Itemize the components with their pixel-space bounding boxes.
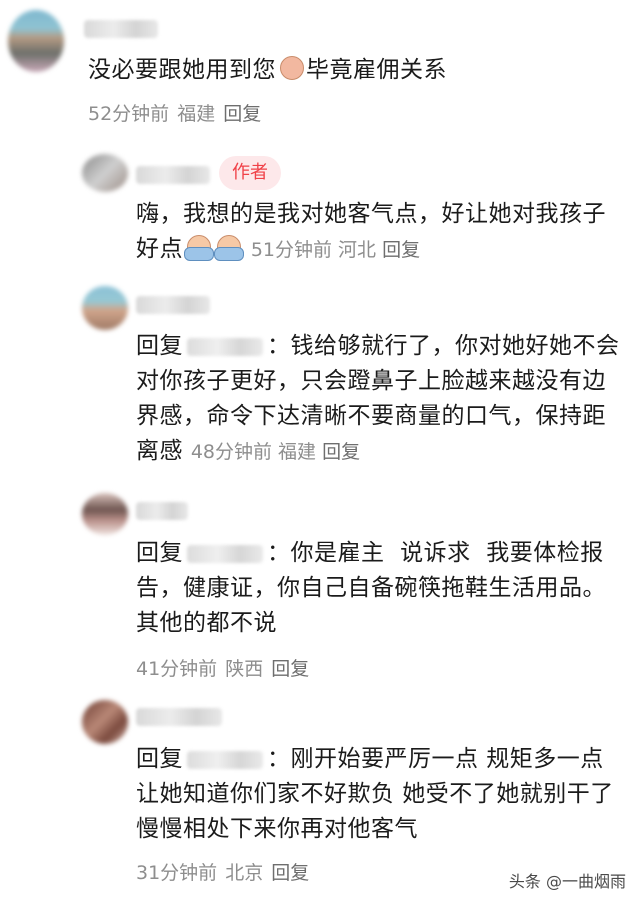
location: 陕西 xyxy=(225,658,264,680)
watermark: 头条 @一曲烟雨 xyxy=(508,872,626,891)
comment-text: 嗨，我想的是我对她客气点，好让她对我孩子好点 51分钟前 河北 回复 xyxy=(136,201,606,262)
reply-button[interactable]: 回复 xyxy=(322,441,360,463)
avatar[interactable] xyxy=(82,154,128,192)
username[interactable] xyxy=(84,20,158,38)
location: 北京 xyxy=(225,862,264,884)
timestamp: 51分钟前 xyxy=(250,239,332,261)
comment-meta: 52分钟前 福建 回复 xyxy=(88,99,269,126)
timestamp: 52分钟前 xyxy=(88,103,170,125)
reply-button[interactable]: 回复 xyxy=(382,239,420,261)
comment-meta: 31分钟前 北京 回复 xyxy=(136,858,317,885)
username[interactable] xyxy=(136,166,210,184)
comment-text: 回复 ：钱给够就行了，你对她好她不会对你孩子更好，只会蹬鼻子上脸越来越没有边界感，… xyxy=(136,333,620,464)
mentioned-username[interactable] xyxy=(187,750,263,769)
reply-button[interactable]: 回复 xyxy=(271,862,309,884)
avatar[interactable] xyxy=(8,10,64,72)
reply-button[interactable]: 回复 xyxy=(271,658,309,680)
reply-button[interactable]: 回复 xyxy=(223,103,261,125)
location: 福建 xyxy=(177,103,216,125)
praying-hands-icon xyxy=(214,233,244,261)
timestamp: 48分钟前 xyxy=(190,441,272,463)
username[interactable] xyxy=(136,296,210,314)
comment-text: 回复 ：你是雇主 说诉求 我要体检报告，健康证，你自己自备碗筷拖鞋生活用品。其他的… xyxy=(136,540,606,636)
location: 河北 xyxy=(338,239,377,261)
comment-text: 回复 ：刚开始要严厉一点 规矩多一点 让她知道你们家不好欺负 她受不了她就别干了 … xyxy=(136,746,614,842)
author-badge: 作者 xyxy=(219,156,281,190)
location: 福建 xyxy=(278,441,317,463)
comment-meta: 48分钟前 福建 回复 xyxy=(191,441,360,463)
reply-prefix: 回复 xyxy=(136,540,183,566)
comment-meta: 51分钟前 河北 回复 xyxy=(251,239,420,261)
username[interactable] xyxy=(136,708,222,726)
comment-meta: 41分钟前 陕西 回复 xyxy=(136,654,317,681)
timestamp: 41分钟前 xyxy=(136,658,218,680)
avatar[interactable] xyxy=(82,700,128,744)
username[interactable] xyxy=(136,502,188,520)
praying-hands-icon xyxy=(184,233,214,261)
timestamp: 31分钟前 xyxy=(136,862,218,884)
mentioned-username[interactable] xyxy=(187,544,263,563)
doge-face-icon xyxy=(277,54,305,82)
reply-prefix: 回复 xyxy=(136,333,183,359)
comment-text: 没必要跟她用到您 毕竟雇佣关系 xyxy=(88,53,608,88)
avatar[interactable] xyxy=(82,493,128,535)
mentioned-username[interactable] xyxy=(187,337,263,356)
avatar[interactable] xyxy=(82,286,128,330)
reply-prefix: 回复 xyxy=(136,746,183,772)
